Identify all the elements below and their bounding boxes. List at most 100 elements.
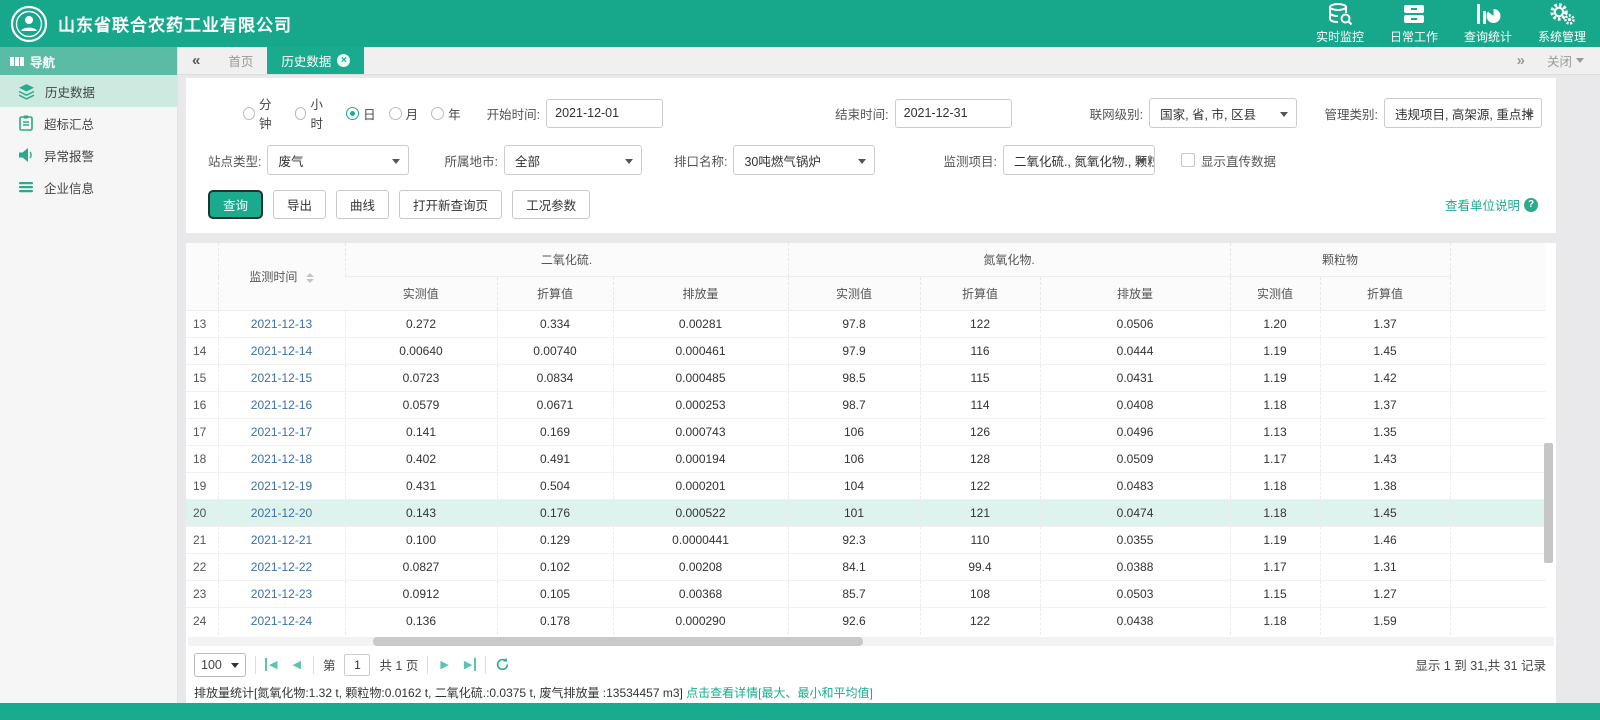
sort-icon[interactable] bbox=[306, 273, 314, 283]
database-icon bbox=[1327, 2, 1353, 26]
subheader-nox-converted: 折算值 bbox=[920, 277, 1040, 311]
cell-pm-real: 1.19 bbox=[1230, 527, 1320, 554]
app-header: 山东省联合农药工业有限公司 实时监控 bbox=[0, 0, 1600, 47]
row-index: 14 bbox=[186, 338, 218, 365]
cell-pm-real: 1.19 bbox=[1230, 338, 1320, 365]
close-menu-button[interactable]: 关闭 bbox=[1547, 47, 1600, 74]
end-time-input[interactable] bbox=[895, 99, 1012, 128]
monitor-date-link[interactable]: 2021-12-16 bbox=[218, 392, 345, 419]
monitor-date-link[interactable]: 2021-12-14 bbox=[218, 338, 345, 365]
vertical-scrollbar[interactable] bbox=[1544, 443, 1553, 563]
monitor-date-link[interactable]: 2021-12-15 bbox=[218, 365, 345, 392]
first-page-icon[interactable]: ◀ bbox=[265, 658, 280, 671]
outlet-name-select[interactable]: 30吨燃气锅炉 bbox=[733, 145, 875, 175]
cell-partial bbox=[1450, 527, 1546, 554]
cell-nox-converted: 122 bbox=[920, 473, 1040, 500]
export-button[interactable]: 导出 bbox=[273, 190, 326, 219]
nav-query-stats[interactable]: 查询统计 bbox=[1464, 2, 1512, 45]
sidebar-item-exceed-summary[interactable]: 超标汇总 bbox=[0, 107, 177, 139]
horizontal-scrollbar-thumb[interactable] bbox=[373, 637, 863, 646]
cell-so2-real: 0.0579 bbox=[345, 392, 497, 419]
tab-home[interactable]: 首页 bbox=[214, 47, 267, 74]
monitor-date-link[interactable]: 2021-12-24 bbox=[218, 608, 345, 635]
monitor-date-link[interactable]: 2021-12-23 bbox=[218, 581, 345, 608]
sidebar-item-label: 超标汇总 bbox=[44, 114, 94, 133]
horizontal-scrollbar-track[interactable] bbox=[188, 637, 1554, 646]
monitor-date-link[interactable]: 2021-12-18 bbox=[218, 446, 345, 473]
cell-nox-real: 101 bbox=[788, 500, 920, 527]
nav-label: 系统管理 bbox=[1538, 28, 1586, 45]
sidebar-item-company-info[interactable]: 企业信息 bbox=[0, 171, 177, 203]
cell-pm-converted: 1.37 bbox=[1320, 392, 1450, 419]
time-column-header[interactable]: 监测时间 bbox=[218, 243, 345, 311]
row-index: 22 bbox=[186, 554, 218, 581]
nav-realtime-monitor[interactable]: 实时监控 bbox=[1316, 2, 1364, 45]
page-size-select[interactable]: 100 bbox=[194, 653, 246, 677]
bar-chart-icon bbox=[1475, 2, 1501, 26]
cell-so2-real: 0.0912 bbox=[345, 581, 497, 608]
emission-stats: 排放量统计[氮氧化物:1.32 t, 颗粒物:0.0162 t, 二氧化硫.:0… bbox=[186, 681, 1556, 704]
start-time-input[interactable] bbox=[546, 99, 663, 128]
unit-description-link[interactable]: 查看单位说明 ? bbox=[1445, 195, 1542, 214]
working-params-button[interactable]: 工况参数 bbox=[512, 190, 590, 219]
manage-type-select[interactable]: 违规项目, 高架源, 重点排 bbox=[1384, 98, 1542, 128]
sidebar: 导航 历史数据 超标汇总 bbox=[0, 47, 178, 703]
tab-history-data[interactable]: 历史数据 × bbox=[267, 47, 364, 74]
site-type-select[interactable]: 废气 bbox=[267, 145, 409, 175]
city-select[interactable]: 全部 bbox=[504, 145, 642, 175]
monitor-date-link[interactable]: 2021-12-13 bbox=[218, 311, 345, 338]
monitor-items-select[interactable]: 二氧化硫., 氮氧化物., 颗粒 bbox=[1003, 145, 1155, 175]
table-row: 13 2021-12-13 0.272 0.334 0.00281 97.8 1… bbox=[186, 311, 1546, 338]
sidebar-item-history-data[interactable]: 历史数据 bbox=[0, 75, 177, 107]
radio-day[interactable]: 日 bbox=[346, 104, 376, 123]
subheader-nox-real: 实测值 bbox=[788, 277, 920, 311]
network-level-select[interactable]: 国家, 省, 市, 区县 bbox=[1149, 98, 1297, 128]
cell-nox-emission: 0.0408 bbox=[1040, 392, 1230, 419]
cell-so2-emission: 0.000522 bbox=[613, 500, 788, 527]
nav-daily-work[interactable]: 日常工作 bbox=[1390, 2, 1438, 45]
sidebar-item-abnormal-alarm[interactable]: 异常报警 bbox=[0, 139, 177, 171]
next-page-icon[interactable]: ▶ bbox=[437, 658, 451, 671]
radio-hour[interactable]: 小时 bbox=[295, 94, 334, 132]
radio-year[interactable]: 年 bbox=[431, 104, 461, 123]
cell-partial bbox=[1450, 581, 1546, 608]
cell-nox-real: 97.8 bbox=[788, 311, 920, 338]
query-button[interactable]: 查询 bbox=[208, 190, 263, 219]
prev-page-icon[interactable]: ◀ bbox=[289, 658, 303, 671]
cell-nox-emission: 0.0509 bbox=[1040, 446, 1230, 473]
tabs-scroll-left-icon[interactable]: « bbox=[178, 47, 214, 74]
open-new-query-button[interactable]: 打开新查询页 bbox=[399, 190, 502, 219]
radio-minute[interactable]: 分钟 bbox=[243, 94, 282, 132]
tabs-scroll-right-icon[interactable]: » bbox=[1503, 47, 1539, 74]
row-index: 13 bbox=[186, 311, 218, 338]
refresh-icon[interactable] bbox=[495, 657, 510, 672]
cell-partial bbox=[1450, 311, 1546, 338]
nav-system-admin[interactable]: 系统管理 bbox=[1538, 2, 1586, 45]
direct-data-checkbox[interactable] bbox=[1181, 153, 1195, 167]
cell-nox-converted: 126 bbox=[920, 419, 1040, 446]
cell-partial bbox=[1450, 473, 1546, 500]
sidebar-title: 导航 bbox=[30, 52, 55, 71]
monitor-date-link[interactable]: 2021-12-20 bbox=[218, 500, 345, 527]
stats-detail-link[interactable]: 点击查看详情[最大、最小和平均值] bbox=[686, 686, 873, 700]
close-tab-icon[interactable]: × bbox=[337, 54, 350, 67]
monitor-date-link[interactable]: 2021-12-21 bbox=[218, 527, 345, 554]
cell-partial bbox=[1450, 419, 1546, 446]
cell-nox-converted: 114 bbox=[920, 392, 1040, 419]
radio-month[interactable]: 月 bbox=[389, 104, 419, 123]
table-row: 24 2021-12-24 0.136 0.178 0.000290 92.6 … bbox=[186, 608, 1546, 635]
cell-so2-real: 0.136 bbox=[345, 608, 497, 635]
curve-button[interactable]: 曲线 bbox=[336, 190, 389, 219]
company-logo-icon bbox=[10, 5, 48, 43]
start-time-label: 开始时间: bbox=[487, 104, 540, 123]
page-number-input[interactable] bbox=[344, 654, 370, 676]
cell-nox-converted: 108 bbox=[920, 581, 1040, 608]
monitor-date-link[interactable]: 2021-12-17 bbox=[218, 419, 345, 446]
monitor-date-link[interactable]: 2021-12-22 bbox=[218, 554, 345, 581]
cell-so2-converted: 0.169 bbox=[497, 419, 613, 446]
cell-nox-emission: 0.0483 bbox=[1040, 473, 1230, 500]
cell-partial bbox=[1450, 446, 1546, 473]
cell-nox-emission: 0.0444 bbox=[1040, 338, 1230, 365]
monitor-date-link[interactable]: 2021-12-19 bbox=[218, 473, 345, 500]
last-page-icon[interactable]: ▶ bbox=[461, 658, 476, 671]
